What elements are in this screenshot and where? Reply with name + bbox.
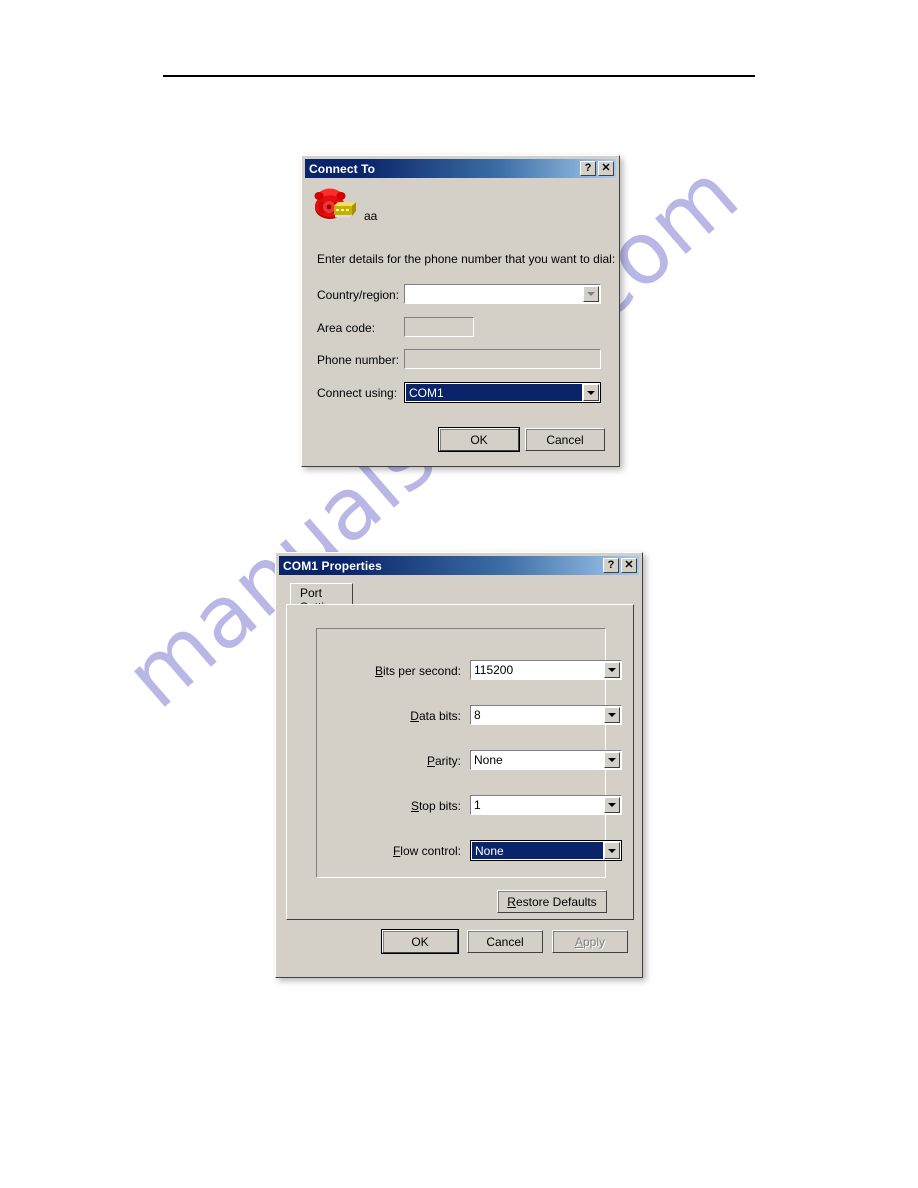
data-bits-label-text: ata bits: [418, 709, 461, 723]
area-code-label: Area code: [317, 321, 376, 335]
stop-bits-combobox[interactable]: 1 [470, 795, 622, 815]
country-region-combobox[interactable] [404, 284, 601, 304]
help-button[interactable]: ? [603, 558, 619, 573]
flow-control-label-text: low control: [400, 844, 461, 858]
com1-properties-dialog-body: COM1 Properties ? ✕ Port Settings Bits p… [276, 553, 642, 977]
close-icon[interactable]: ✕ [621, 558, 637, 573]
ok-button[interactable]: OK [381, 929, 459, 954]
chevron-down-icon[interactable] [604, 842, 620, 859]
com1-properties-dialog: COM1 Properties ? ✕ Port Settings Bits p… [275, 552, 643, 978]
chevron-down-icon[interactable] [604, 752, 620, 768]
tab-panel-port-settings: Bits per second: 115200 Data bits: 8 Par… [286, 604, 634, 920]
parity-combobox[interactable]: None [470, 750, 622, 770]
flow-control-combobox[interactable]: None [470, 840, 622, 861]
stop-bits-value: 1 [474, 798, 481, 812]
connect-to-dialog: Connect To ? ✕ aa Enter details for the … [301, 155, 620, 467]
connect-using-label: Connect using: [317, 386, 398, 400]
port-settings-groupbox: Bits per second: 115200 Data bits: 8 Par… [316, 628, 622, 878]
bits-per-second-label: Bits per second: [374, 664, 461, 678]
apply-button: Apply [552, 930, 628, 953]
data-bits-label: Data bits: [410, 709, 461, 723]
connection-name: aa [364, 209, 378, 223]
data-bits-value: 8 [474, 708, 481, 722]
phone-number-input[interactable] [404, 349, 601, 369]
country-region-value [405, 285, 582, 303]
restore-defaults-label: estore Defaults [515, 894, 597, 909]
bits-per-second-value: 115200 [474, 663, 514, 677]
bits-per-second-combobox[interactable]: 115200 [470, 660, 622, 680]
connect-to-titlebar[interactable]: Connect To ? ✕ [305, 159, 616, 178]
chevron-down-icon[interactable] [604, 707, 620, 723]
restore-defaults-button[interactable]: Restore Defaults [497, 890, 607, 913]
chevron-down-icon[interactable] [604, 662, 620, 678]
help-button[interactable]: ? [580, 161, 596, 176]
parity-value: None [474, 753, 503, 767]
parity-label: Parity: [426, 754, 461, 768]
connect-using-value: COM1 [406, 384, 582, 401]
parity-label-text: arity: [434, 754, 461, 768]
chevron-down-icon[interactable] [583, 384, 599, 401]
phone-modem-icon [313, 184, 359, 222]
flow-control-value: None [472, 842, 603, 859]
connect-to-dialog-body: Connect To ? ✕ aa Enter details for the … [302, 156, 619, 466]
stop-bits-label: Stop bits: [410, 799, 461, 813]
close-icon[interactable]: ✕ [598, 161, 614, 176]
flow-control-label: Flow control: [392, 844, 461, 858]
connect-using-combobox[interactable]: COM1 [404, 382, 601, 403]
cancel-button[interactable]: Cancel [467, 930, 543, 953]
chevron-down-icon[interactable] [583, 286, 599, 302]
phone-number-label: Phone number: [317, 353, 400, 367]
com1-title: COM1 Properties [283, 558, 382, 573]
instruction-text: Enter details for the phone number that … [317, 252, 616, 266]
com1-titlebar[interactable]: COM1 Properties ? ✕ [279, 556, 639, 575]
ok-button[interactable]: OK [438, 427, 520, 452]
data-bits-combobox[interactable]: 8 [470, 705, 622, 725]
bits-per-second-label-text: its per second: [382, 664, 461, 678]
country-region-label: Country/region: [317, 288, 400, 302]
area-code-input[interactable] [404, 317, 474, 337]
stop-bits-label-text: top bits: [418, 799, 461, 813]
connect-to-title: Connect To [309, 161, 376, 176]
page-header-rule [163, 75, 755, 77]
cancel-button[interactable]: Cancel [525, 428, 605, 451]
chevron-down-icon[interactable] [604, 797, 620, 813]
